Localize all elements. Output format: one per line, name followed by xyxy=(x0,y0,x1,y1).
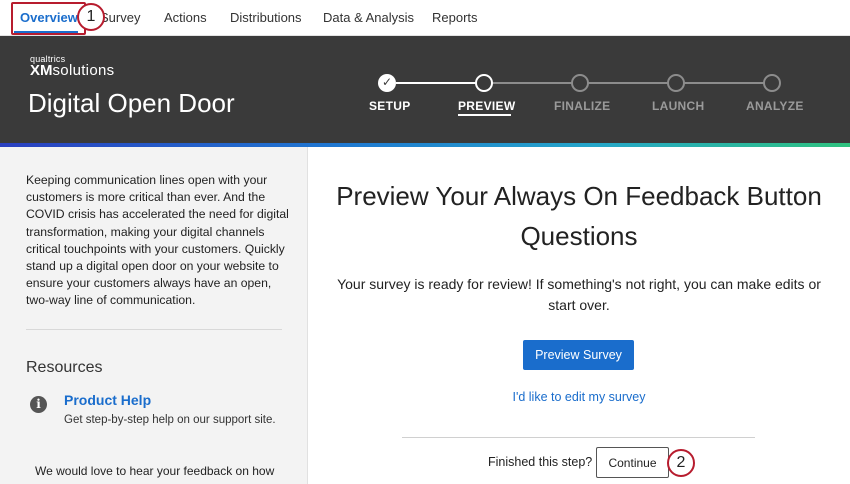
tab-reports[interactable]: Reports xyxy=(432,0,478,36)
info-icon: i xyxy=(30,396,47,413)
continue-button[interactable]: Continue xyxy=(596,447,669,478)
step-analyze-dot xyxy=(763,74,781,92)
check-icon: ✓ xyxy=(382,75,393,89)
feedback-text: We would love to hear your feedback on h… xyxy=(35,464,275,478)
stepper-line-complete xyxy=(396,82,476,84)
step-finalize-dot xyxy=(571,74,589,92)
edit-survey-link[interactable]: I'd like to edit my survey xyxy=(308,390,850,404)
tab-distributions[interactable]: Distributions xyxy=(230,0,302,36)
logo-xm: XM xyxy=(30,62,53,79)
step-launch-dot xyxy=(667,74,685,92)
top-navigation: Overview Survey Actions Distributions Da… xyxy=(0,0,850,36)
main-heading: Preview Your Always On Feedback Button Q… xyxy=(336,181,822,251)
callout-badge-1: 1 xyxy=(77,3,105,31)
callout-badge-2: 2 xyxy=(667,449,695,477)
current-step-underline xyxy=(458,114,511,116)
left-divider xyxy=(26,329,282,330)
product-help-description: Get step-by-step help on our support sit… xyxy=(64,414,276,426)
finished-step-label: Finished this step? xyxy=(488,455,593,469)
resources-heading: Resources xyxy=(26,359,103,376)
step-analyze-label: ANALYZE xyxy=(746,99,804,113)
tab-data-analysis[interactable]: Data & Analysis xyxy=(323,0,414,36)
stepper-line-pending xyxy=(492,82,764,84)
step-setup-dot[interactable]: ✓ xyxy=(378,74,396,92)
product-help-link[interactable]: Product Help xyxy=(64,392,151,408)
step-launch-label: LAUNCH xyxy=(652,99,705,113)
logo-solutions: solutions xyxy=(52,62,115,79)
tab-actions[interactable]: Actions xyxy=(164,0,207,36)
tab-survey[interactable]: Survey xyxy=(100,0,140,36)
intro-text: Keeping communication lines open with yo… xyxy=(26,173,289,308)
step-setup-label[interactable]: SETUP xyxy=(369,99,411,113)
highlight-box-overview xyxy=(11,2,86,35)
main-divider xyxy=(402,437,755,438)
step-preview-dot[interactable] xyxy=(475,74,493,92)
step-finalize-label: FINALIZE xyxy=(554,99,611,113)
main-description: Your survey is ready for review! If some… xyxy=(337,276,821,313)
page-title: Digital Open Door xyxy=(28,88,235,118)
preview-survey-button[interactable]: Preview Survey xyxy=(523,340,634,370)
step-preview-label[interactable]: PREVIEW xyxy=(458,99,515,113)
left-panel: Keeping communication lines open with yo… xyxy=(0,147,308,484)
logo-xm-solutions: XMsolutions xyxy=(30,62,114,79)
